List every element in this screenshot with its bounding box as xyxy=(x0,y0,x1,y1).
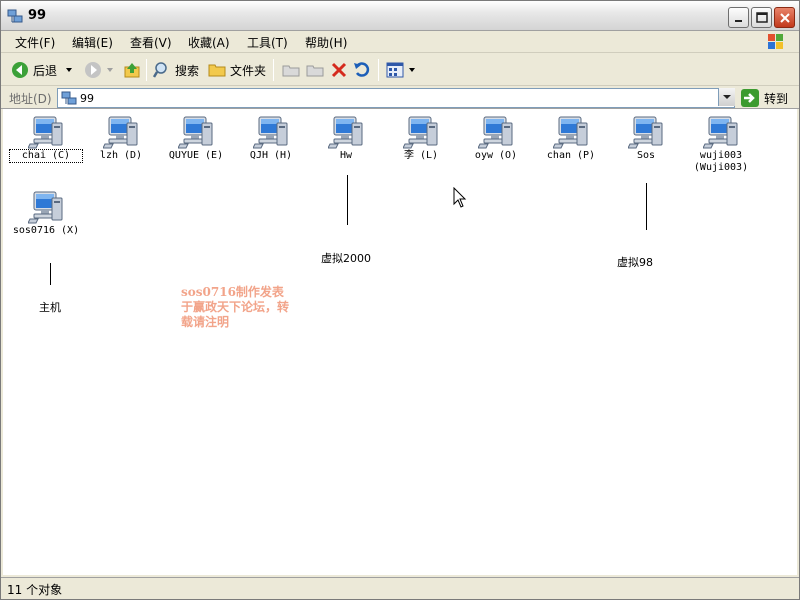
address-label: 地址(D) xyxy=(9,92,52,106)
maximize-button[interactable] xyxy=(751,7,772,28)
go-arrow-icon xyxy=(741,89,759,107)
computer-item[interactable]: chai (C) xyxy=(9,115,83,163)
computer-item-label: oyw (O) xyxy=(474,150,518,161)
chevron-down-icon xyxy=(107,68,113,72)
network-computer-icon xyxy=(85,115,157,149)
network-computer-icon xyxy=(160,115,232,149)
watermark-text: sos0716制作发表于赢政天下论坛，转载请注明 xyxy=(181,285,290,329)
forward-arrow-icon xyxy=(85,62,101,78)
chevron-down-icon xyxy=(723,95,731,99)
minimize-button[interactable] xyxy=(728,7,749,28)
annotation-virtual2000: 虚拟2000 xyxy=(321,252,371,265)
go-button[interactable]: 转到 xyxy=(741,88,788,108)
menu-favorites[interactable]: 收藏(A) xyxy=(188,34,230,51)
undo-icon xyxy=(354,62,370,77)
undo-button[interactable] xyxy=(353,59,375,81)
toolbar: 后退 搜索 文件夹 xyxy=(1,54,799,86)
menu-help[interactable]: 帮助(H) xyxy=(305,34,347,51)
network-computer-icon xyxy=(385,115,457,149)
delete-x-icon xyxy=(331,62,347,78)
title-bar[interactable]: 99 xyxy=(1,1,799,31)
explorer-window: 99 文件(F) 编辑(E) 查看(V) 收藏(A) 工具(T) 帮助(H) 后… xyxy=(0,0,800,600)
computer-item[interactable]: oyw (O) xyxy=(460,115,532,162)
network-computer-icon xyxy=(610,115,682,149)
close-button[interactable] xyxy=(774,7,795,28)
windows-logo-icon xyxy=(761,32,791,52)
network-computer-icon xyxy=(310,115,382,149)
back-dropdown[interactable] xyxy=(65,59,73,81)
delete-button[interactable] xyxy=(330,59,352,81)
computer-item-label: QUYUE (E) xyxy=(168,150,224,161)
chevron-down-icon xyxy=(409,68,415,72)
computer-item-label: sos0716 (X) xyxy=(12,225,80,236)
mouse-cursor-icon xyxy=(453,187,467,208)
search-label: 搜索 xyxy=(175,63,200,78)
menu-edit[interactable]: 编辑(E) xyxy=(72,34,113,51)
menu-bar: 文件(F) 编辑(E) 查看(V) 收藏(A) 工具(T) 帮助(H) xyxy=(1,31,799,53)
computer-item-label: Hw xyxy=(339,150,353,161)
views-button[interactable] xyxy=(386,59,416,81)
copy-to-button[interactable] xyxy=(306,59,328,81)
computer-item-label: wuji003 (Wuji003) xyxy=(693,150,749,173)
network-computer-icon xyxy=(460,115,532,149)
back-label: 后退 xyxy=(33,63,58,78)
computer-item[interactable]: 李 (L) xyxy=(385,115,457,162)
computer-item[interactable]: QJH (H) xyxy=(235,115,307,162)
search-icon xyxy=(153,62,167,78)
copy-to-icon xyxy=(306,65,324,77)
up-folder-button[interactable] xyxy=(123,59,145,81)
address-bar: 地址(D) 99 转到 xyxy=(1,87,799,109)
annotation-host: 主机 xyxy=(39,301,61,314)
computer-item[interactable]: lzh (D) xyxy=(85,115,157,162)
computer-item-label: chan (P) xyxy=(546,150,596,161)
network-computer-icon xyxy=(235,115,307,149)
computer-item-label: lzh (D) xyxy=(99,150,143,161)
status-object-count: 11 个对象 xyxy=(7,583,63,597)
computer-item-label: QJH (H) xyxy=(249,150,293,161)
computer-item[interactable]: Hw xyxy=(310,115,382,162)
menu-view[interactable]: 查看(V) xyxy=(130,34,172,51)
menu-file[interactable]: 文件(F) xyxy=(15,34,55,51)
network-computer-icon xyxy=(10,190,82,224)
forward-button[interactable] xyxy=(84,59,114,81)
file-list-pane[interactable]: chai (C) lzh (D) QUYUE (E) QJH (H) Hw 李 … xyxy=(3,109,797,575)
menu-tools[interactable]: 工具(T) xyxy=(247,34,288,51)
computer-item[interactable]: chan (P) xyxy=(535,115,607,162)
folders-label: 文件夹 xyxy=(230,63,267,78)
annotation-line-virtual98 xyxy=(646,183,647,230)
move-to-button[interactable] xyxy=(282,59,304,81)
folder-icon xyxy=(208,64,226,77)
network-computer-icon xyxy=(10,115,82,149)
go-label: 转到 xyxy=(764,91,789,106)
network-computer-icon xyxy=(535,115,607,149)
computer-item[interactable]: sos0716 (X) xyxy=(10,190,82,237)
views-grid-icon xyxy=(386,62,404,78)
computer-item[interactable]: Sos xyxy=(610,115,682,162)
annotation-virtual98: 虚拟98 xyxy=(617,256,653,269)
network-computer-icon xyxy=(7,8,23,24)
annotation-line-host xyxy=(50,263,51,285)
computer-item-label: chai (C) xyxy=(9,149,83,163)
address-dropdown-button[interactable] xyxy=(718,88,735,106)
computer-item-label: 李 (L) xyxy=(403,150,439,161)
network-computer-icon xyxy=(685,115,757,149)
annotation-line-virtual2000 xyxy=(347,175,348,225)
search-button[interactable]: 搜索 xyxy=(153,59,199,81)
computer-item[interactable]: wuji003 (Wuji003) xyxy=(685,115,757,174)
up-folder-icon xyxy=(124,63,140,78)
status-bar: 11 个对象 xyxy=(1,577,799,599)
move-to-icon xyxy=(282,65,300,77)
computer-item-label: Sos xyxy=(636,150,656,161)
folders-button[interactable]: 文件夹 xyxy=(208,59,266,81)
chevron-down-icon xyxy=(66,68,72,72)
back-button[interactable]: 后退 xyxy=(11,59,57,81)
back-arrow-icon xyxy=(12,62,28,78)
address-value: 99 xyxy=(80,92,94,105)
window-title: 99 xyxy=(28,8,47,23)
address-input[interactable]: 99 xyxy=(57,88,735,108)
computer-item[interactable]: QUYUE (E) xyxy=(160,115,232,162)
network-computer-icon xyxy=(61,91,77,105)
